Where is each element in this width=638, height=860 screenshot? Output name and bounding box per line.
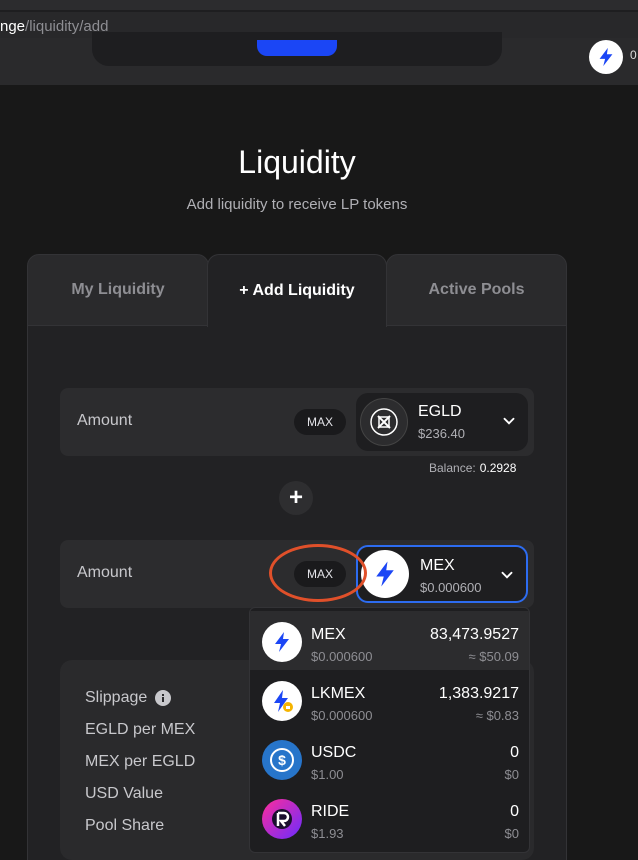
first-token-selector[interactable]: EGLD $236.40	[356, 393, 528, 451]
slippage-row: Slippage	[85, 689, 172, 707]
tab-active-pools[interactable]: Active Pools	[386, 254, 567, 326]
svg-text:$: $	[278, 752, 286, 768]
mex-icon	[262, 622, 302, 662]
token-usd-value: $0	[504, 767, 519, 782]
account-mex-icon[interactable]	[589, 40, 623, 74]
first-token-name: EGLD	[418, 403, 462, 420]
ride-icon	[262, 799, 302, 839]
dropdown-item-mex[interactable]: MEX $0.000600 83,473.9527 ≈ $50.09	[250, 611, 529, 670]
slippage-label: Slippage	[85, 689, 148, 706]
second-token-price: $0.000600	[420, 580, 482, 595]
token-balance: 1,383.9217	[438, 685, 519, 702]
token-price: $0.000600	[311, 708, 373, 723]
page-subtitle: Add liquidity to receive LP tokens	[186, 196, 408, 213]
second-token-name: MEX	[420, 557, 455, 574]
token-price: $1.93	[311, 826, 344, 841]
tab-add-liquidity[interactable]: + Add Liquidity	[207, 254, 387, 327]
highlight-annotation	[269, 544, 367, 602]
token-price: $0.000600	[311, 649, 373, 664]
balance-value: 0.2928	[479, 461, 517, 475]
first-balance: Balance: 0.2928	[429, 461, 516, 475]
app-header: 0	[0, 32, 638, 85]
nav-pill	[92, 32, 502, 66]
egld-icon	[360, 398, 408, 446]
token-usd-value: ≈ $0.83	[475, 708, 519, 723]
first-amount-row: Amount MAX EGLD $236.40	[60, 388, 534, 456]
usdc-icon: $	[262, 740, 302, 780]
url-host: nge	[0, 18, 26, 35]
token-balance: 0	[510, 803, 519, 820]
token-usd-value: ≈ $50.09	[468, 649, 519, 664]
mex-icon	[361, 550, 409, 598]
liquidity-tabs: My Liquidity + Add Liquidity Active Pool…	[27, 254, 567, 327]
account-balance: 0	[630, 48, 637, 62]
chevron-down-icon	[503, 417, 515, 425]
egld-per-mex-row: EGLD per MEX	[85, 721, 196, 738]
info-icon[interactable]	[155, 690, 172, 706]
token-name: LKMEX	[311, 685, 366, 702]
tab-my-liquidity[interactable]: My Liquidity	[27, 254, 209, 326]
dropdown-item-lkmex[interactable]: LKMEX $0.000600 1,383.9217 ≈ $0.83	[250, 670, 529, 729]
dropdown-item-usdc[interactable]: $ USDC $1.00 0 $0	[250, 729, 529, 788]
first-token-price: $236.40	[418, 426, 465, 441]
token-name: USDC	[311, 744, 357, 761]
token-dropdown: MEX $0.000600 83,473.9527 ≈ $50.09 LKMEX…	[249, 607, 530, 853]
token-balance: 0	[510, 744, 519, 761]
chevron-down-icon	[501, 571, 513, 579]
token-usd-value: $0	[504, 826, 519, 841]
first-amount-input[interactable]: Amount	[77, 412, 132, 430]
mex-per-egld-row: MEX per EGLD	[85, 753, 196, 770]
token-balance: 83,473.9527	[430, 626, 519, 643]
token-price: $1.00	[311, 767, 344, 782]
token-name: MEX	[311, 626, 346, 643]
plus-icon: +	[279, 481, 313, 515]
usd-value-row: USD Value	[85, 785, 163, 802]
pool-share-row: Pool Share	[85, 817, 165, 834]
lkmex-icon	[262, 681, 302, 721]
dropdown-item-ride[interactable]: RIDE $1.93 0 $0	[250, 788, 529, 847]
nav-active-item[interactable]	[257, 40, 337, 56]
page-title: Liquidity	[238, 144, 356, 180]
first-max-button[interactable]: MAX	[294, 409, 346, 435]
balance-label: Balance:	[429, 461, 476, 475]
second-token-selector[interactable]: MEX $0.000600	[356, 545, 528, 603]
second-amount-input[interactable]: Amount	[77, 564, 132, 582]
token-name: RIDE	[311, 803, 350, 820]
